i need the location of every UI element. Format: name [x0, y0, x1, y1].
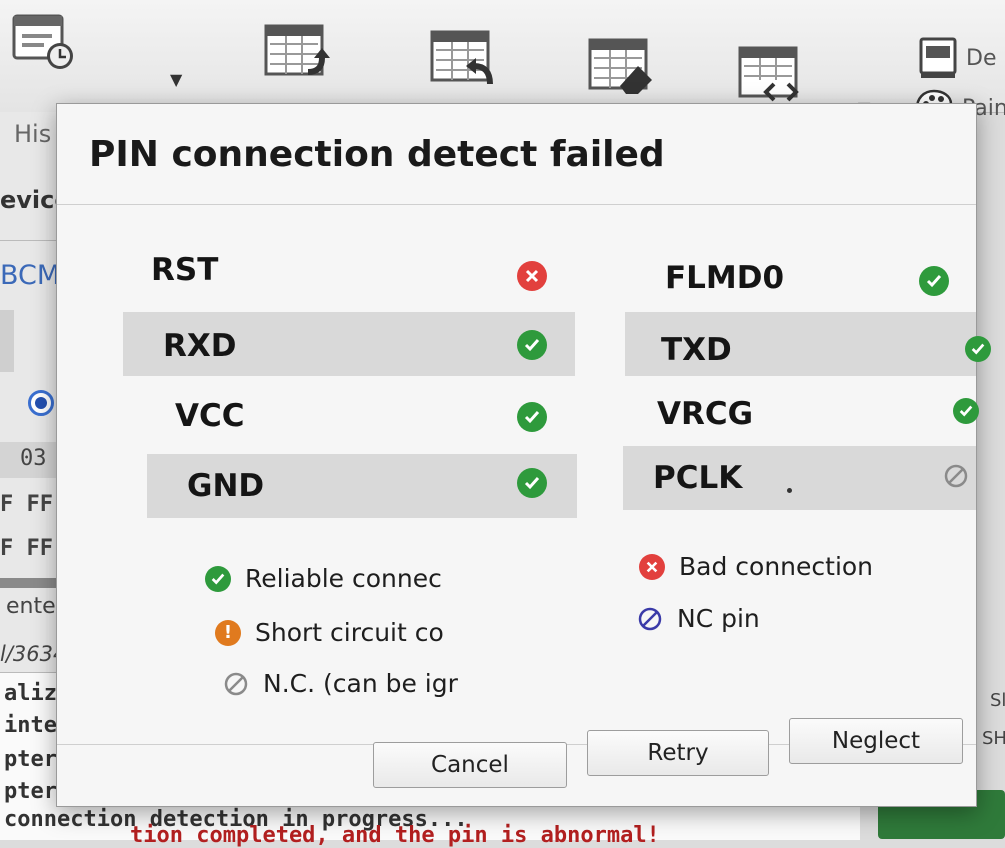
cancel-button[interactable]: Cancel	[373, 742, 567, 788]
check-status-icon	[953, 398, 979, 424]
side-toolbar-label: De	[966, 45, 997, 71]
check-icon	[205, 565, 231, 592]
table-erase-button[interactable]	[586, 36, 656, 98]
table-code-button[interactable]	[736, 44, 806, 106]
right-edge-text: SH	[982, 728, 1005, 749]
pin-label-txd: TXD	[661, 332, 732, 368]
pin-detect-dialog: PIN connection detect failed RST RXD VCC…	[56, 103, 991, 807]
not-connected-icon	[941, 461, 971, 491]
chip-config-icon	[919, 37, 957, 78]
side-toolbar-item-1[interactable]: De	[918, 36, 996, 80]
dialog-divider	[57, 204, 976, 205]
legend-bad: Bad connection	[639, 552, 873, 581]
legend-reliable: Reliable connec	[205, 564, 442, 593]
pin-label-rxd: RXD	[163, 328, 237, 364]
pin-label-gnd: GND	[187, 468, 265, 504]
legend-label: N.C. (can be igr	[263, 669, 458, 698]
calendar-clock-icon	[12, 14, 73, 69]
radio-button[interactable]	[28, 390, 54, 416]
check-status-icon	[517, 468, 547, 498]
legend-nc-pin: NC pin	[637, 604, 760, 633]
table-undo-icon	[430, 30, 493, 85]
check-status-icon	[517, 330, 547, 360]
not-connected-icon	[223, 671, 249, 697]
error-icon	[639, 553, 665, 580]
check-status-icon	[517, 402, 547, 432]
legend-label: Reliable connec	[245, 564, 442, 593]
pin-label-pclk: PCLK	[653, 460, 743, 496]
neglect-button[interactable]: Neglect	[789, 718, 963, 764]
table-redo-button[interactable]	[262, 22, 332, 84]
table-redo-icon	[264, 24, 330, 76]
legend-label: Short circuit co	[255, 618, 444, 647]
pin-label-rst: RST	[151, 252, 219, 288]
chevron-down-icon[interactable]: ▼	[170, 70, 182, 89]
legend-short: ! Short circuit co	[215, 618, 444, 647]
eraser-icon	[588, 38, 652, 94]
device-select[interactable]	[0, 310, 14, 372]
retry-button[interactable]: Retry	[587, 730, 769, 776]
log-line-error: tion completed, and the pin is abnormal!	[130, 823, 660, 848]
legend-nc-ignore: N.C. (can be igr	[223, 669, 458, 698]
legend-label: NC pin	[677, 604, 760, 633]
history-tab[interactable]: His	[14, 120, 51, 148]
code-brackets-icon	[738, 46, 799, 102]
warning-icon: !	[215, 619, 241, 646]
right-edge-text: Sl	[990, 690, 1005, 711]
check-status-icon	[965, 336, 991, 362]
dot-mark	[787, 488, 792, 493]
history-calendar-button[interactable]	[8, 10, 78, 72]
check-status-icon	[919, 266, 949, 296]
pin-label-flmd0: FLMD0	[665, 260, 785, 296]
table-undo-button[interactable]	[428, 28, 498, 90]
legend-label: Bad connection	[679, 552, 874, 581]
main-toolbar: ▼ ▼	[0, 0, 1005, 127]
pin-label-vrcg: VRCG	[657, 396, 754, 432]
error-status-icon	[517, 261, 547, 291]
dialog-title: PIN connection detect failed	[89, 134, 665, 175]
nc-pin-icon	[637, 606, 663, 632]
pin-label-vcc: VCC	[175, 398, 245, 434]
